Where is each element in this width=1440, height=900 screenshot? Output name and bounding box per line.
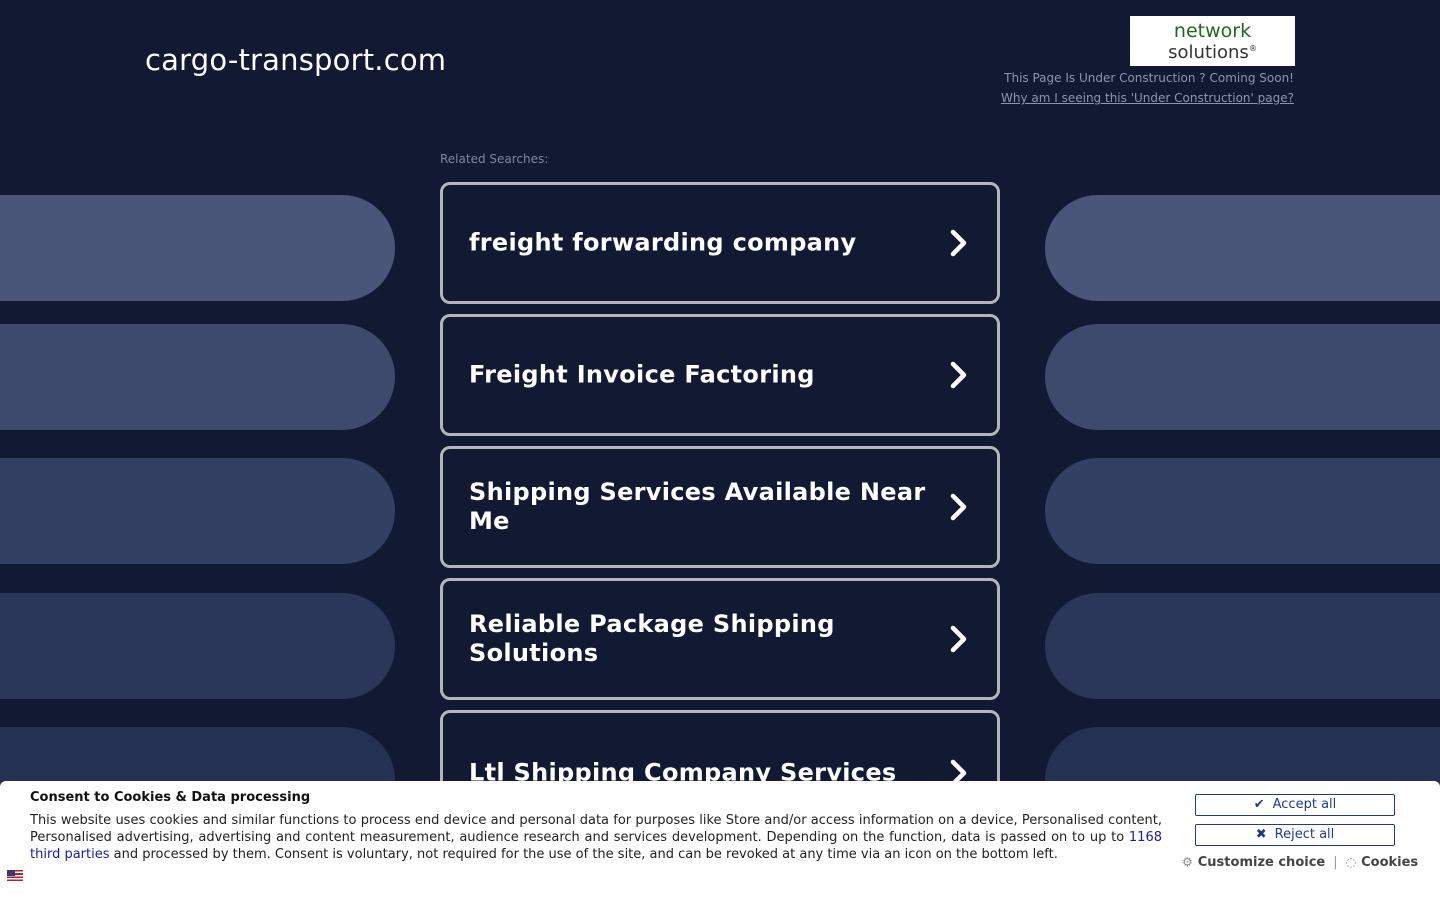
accept-all-button[interactable]: ✔ Accept all bbox=[1195, 794, 1395, 816]
logo-line1: network bbox=[1173, 20, 1252, 42]
check-icon: ✔ bbox=[1253, 797, 1265, 812]
separator: | bbox=[1333, 855, 1338, 870]
logo-line2: solutions® bbox=[1168, 42, 1257, 63]
decor-pill bbox=[1045, 324, 1440, 430]
decor-pill bbox=[0, 324, 395, 430]
decor-pill bbox=[1045, 458, 1440, 564]
cookies-link[interactable]: Cookies bbox=[1361, 855, 1418, 870]
decor-pill bbox=[1045, 195, 1440, 301]
cookie-links-row: ⚙ Customize choice | ◌ Cookies bbox=[1182, 855, 1418, 870]
cookie-consent-text: This website uses cookies and similar fu… bbox=[30, 813, 1162, 862]
related-search-label: freight forwarding company bbox=[469, 228, 857, 257]
related-searches-label: Related Searches: bbox=[440, 152, 549, 166]
chevron-right-icon bbox=[950, 361, 967, 389]
related-search-item[interactable]: Freight Invoice Factoring bbox=[440, 314, 1000, 436]
decor-pill bbox=[0, 195, 395, 301]
related-search-label: Reliable Package Shipping Solutions bbox=[469, 610, 835, 667]
us-flag-icon[interactable] bbox=[7, 870, 23, 881]
related-search-label: Freight Invoice Factoring bbox=[469, 360, 815, 389]
chevron-right-icon bbox=[950, 625, 967, 653]
gear-icon: ⚙ bbox=[1182, 855, 1193, 869]
related-search-item[interactable]: Shipping Services Available Near Me bbox=[440, 446, 1000, 568]
decor-pill bbox=[0, 458, 395, 564]
related-search-label: Shipping Services Available Near Me bbox=[469, 478, 926, 535]
related-search-item[interactable]: freight forwarding company bbox=[440, 182, 1000, 304]
related-search-item[interactable]: Reliable Package Shipping Solutions bbox=[440, 578, 1000, 700]
why-under-construction-link[interactable]: Why am I seeing this 'Under Construction… bbox=[1001, 91, 1294, 105]
domain-title: cargo-transport.com bbox=[145, 43, 447, 77]
chevron-right-icon bbox=[950, 229, 967, 257]
under-construction-text: This Page Is Under Construction ? Coming… bbox=[1004, 71, 1294, 85]
customize-choice-link[interactable]: Customize choice bbox=[1198, 855, 1325, 870]
decor-pill bbox=[0, 593, 395, 699]
cookie-consent-title: Consent to Cookies & Data processing bbox=[30, 790, 311, 805]
x-icon: ✖ bbox=[1255, 827, 1267, 842]
cookie-icon: ◌ bbox=[1345, 855, 1357, 869]
decor-pill bbox=[1045, 593, 1440, 699]
cookie-consent-banner: Consent to Cookies & Data processing Thi… bbox=[0, 781, 1440, 900]
chevron-right-icon bbox=[950, 493, 967, 521]
network-solutions-logo[interactable]: network solutions® bbox=[1130, 16, 1295, 66]
reject-all-button[interactable]: ✖ Reject all bbox=[1195, 824, 1395, 846]
